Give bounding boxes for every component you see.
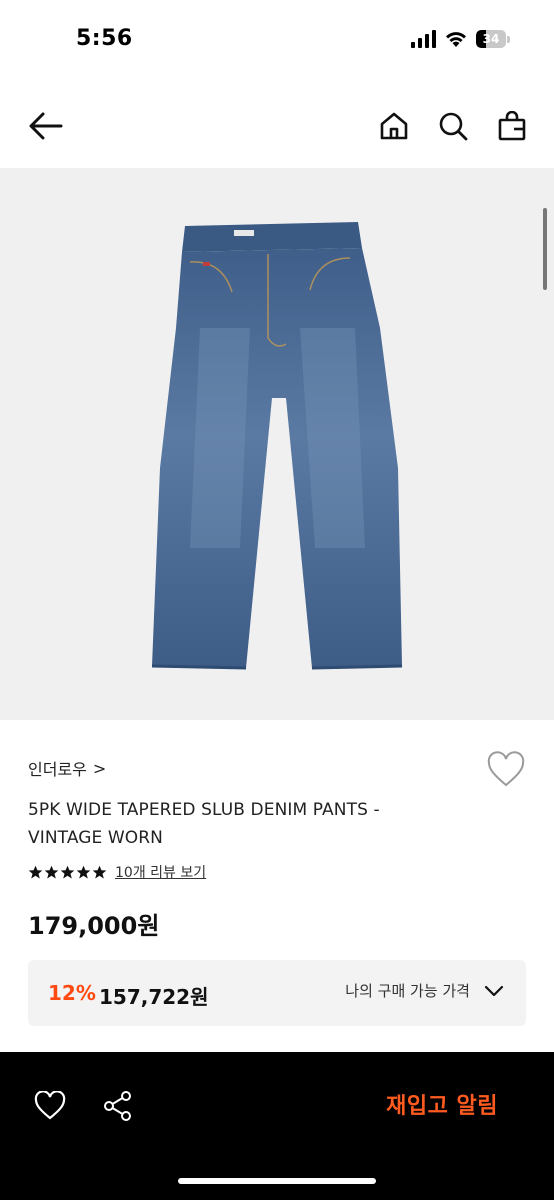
discount-price: 157,722원 (99, 985, 209, 1009)
status-time: 5:56 (76, 26, 133, 51)
discount-price-box[interactable]: 12% 157,722원 나의 구매 가능 가격 (28, 960, 526, 1026)
search-icon (439, 112, 468, 141)
share-icon (104, 1091, 131, 1121)
home-indicator (178, 1178, 376, 1184)
heart-icon (34, 1091, 66, 1120)
rating-stars (28, 865, 107, 880)
search-button[interactable] (433, 106, 473, 146)
home-icon (380, 112, 408, 140)
star-icon (92, 865, 107, 878)
top-navigation (0, 86, 554, 168)
home-button[interactable] (374, 106, 414, 146)
wishlist-toggle[interactable] (486, 750, 526, 790)
share-button[interactable] (98, 1086, 138, 1126)
star-icon (60, 865, 75, 878)
rating-row: 10개 리뷰 보기 (28, 862, 206, 882)
product-image[interactable] (0, 168, 554, 720)
review-link[interactable]: 10개 리뷰 보기 (115, 862, 206, 882)
discount-rate: 12% (48, 981, 96, 1005)
chevron-down-icon (484, 985, 504, 996)
wishlist-button[interactable] (30, 1086, 70, 1126)
battery-icon: 34 (476, 30, 510, 48)
back-button[interactable] (26, 106, 66, 146)
arrow-left-icon (29, 112, 63, 140)
star-icon (44, 865, 59, 878)
shopping-bag-icon (498, 111, 526, 141)
star-icon (28, 865, 43, 878)
my-price-label: 나의 구매 가능 가격 (345, 982, 470, 1000)
heart-outline-icon (487, 751, 525, 787)
status-icons: 34 (411, 30, 510, 48)
status-bar: 5:56 34 (0, 0, 554, 86)
cart-button[interactable] (492, 106, 532, 146)
brand-name: 인더로우 (28, 760, 87, 779)
cellular-signal-icon (411, 30, 436, 48)
my-price-toggle[interactable]: 나의 구매 가능 가격 (345, 980, 504, 1001)
wifi-icon (446, 32, 466, 47)
bottom-action-bar: 재입고 알림 (0, 1052, 554, 1200)
product-title: 5PK WIDE TAPERED SLUB DENIM PANTS - VINT… (28, 800, 380, 848)
brand-link[interactable]: 인더로우 > (28, 756, 106, 780)
denim-jeans-image (151, 222, 403, 670)
scrollbar[interactable] (543, 208, 547, 290)
restock-alert-button[interactable]: 재입고 알림 (386, 1088, 498, 1120)
battery-level: 34 (482, 32, 500, 46)
original-price: 179,000원 (28, 912, 160, 940)
star-icon (76, 865, 91, 878)
chevron-right-icon: > (92, 758, 107, 778)
